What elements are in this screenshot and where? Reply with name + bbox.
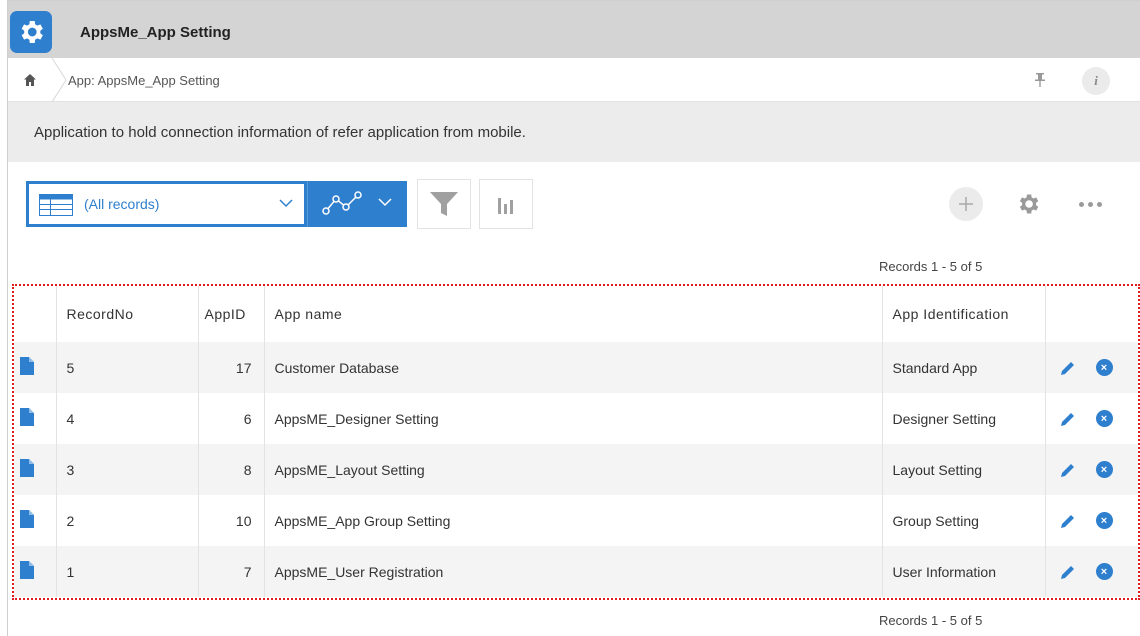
breadcrumb: App: AppsMe_App Setting i: [8, 58, 1140, 102]
row-actions: ×: [1045, 393, 1138, 444]
delete-icon[interactable]: ×: [1095, 512, 1113, 529]
filter-button[interactable]: [417, 179, 471, 229]
row-actions: ×: [1045, 444, 1138, 495]
view-label: (All records): [84, 196, 160, 212]
column-header-actions: [1045, 286, 1138, 342]
filter-icon: [430, 192, 458, 216]
record-no-cell: 1: [56, 546, 199, 597]
graph-button[interactable]: [307, 181, 407, 227]
app-description: Application to hold connection informati…: [34, 124, 526, 141]
document-icon[interactable]: [20, 510, 34, 528]
delete-icon[interactable]: ×: [1095, 563, 1113, 580]
chevron-down-icon: [378, 198, 392, 207]
app-identification-cell: Group Setting: [882, 495, 1046, 546]
record-no-cell: 3: [56, 444, 199, 495]
row-actions: ×: [1045, 495, 1138, 546]
pencil-icon[interactable]: [1060, 513, 1076, 529]
app-name-cell: Customer Database: [264, 342, 883, 393]
app-identification-cell: User Information: [882, 546, 1046, 597]
app-name-cell: AppsME_Designer Setting: [264, 393, 883, 444]
add-record-button[interactable]: [949, 187, 983, 221]
table-row[interactable]: 5 17 Customer Database Standard App ×: [14, 342, 1138, 393]
row-actions: ×: [1045, 546, 1138, 597]
table-row[interactable]: 2 10 AppsME_App Group Setting Group Setting…: [14, 495, 1138, 546]
row-actions: ×: [1045, 342, 1138, 393]
records-table: RecordNo AppID App name App Identificati…: [12, 284, 1140, 600]
delete-icon[interactable]: ×: [1095, 461, 1113, 478]
app-identification-cell: Layout Setting: [882, 444, 1046, 495]
record-detail-cell[interactable]: [14, 546, 57, 597]
plus-icon: [959, 197, 973, 211]
breadcrumb-app-link[interactable]: App: AppsMe_App Setting: [68, 73, 220, 88]
bar-chart-icon: [498, 198, 513, 214]
app-name-cell: AppsME_Layout Setting: [264, 444, 883, 495]
records-count-bottom: Records 1 - 5 of 5: [879, 613, 983, 628]
app-description-bar: Application to hold connection informati…: [8, 102, 1140, 162]
app-id-cell: 7: [198, 546, 265, 597]
app-settings-button[interactable]: [1011, 187, 1045, 221]
record-detail-cell[interactable]: [14, 342, 57, 393]
record-no-cell: 2: [56, 495, 199, 546]
more-icon[interactable]: [1070, 187, 1110, 221]
column-header-appid[interactable]: AppID: [198, 286, 265, 342]
chevron-down-icon: [279, 199, 293, 208]
document-icon[interactable]: [20, 459, 34, 477]
record-detail-cell[interactable]: [14, 444, 57, 495]
document-icon[interactable]: [20, 561, 34, 579]
table-view-icon: [39, 194, 73, 216]
pin-icon[interactable]: [1028, 66, 1052, 94]
chart-button[interactable]: [479, 179, 533, 229]
document-icon[interactable]: [20, 357, 34, 375]
column-header-app-name[interactable]: App name: [264, 286, 883, 342]
record-no-cell: 5: [56, 342, 199, 393]
column-header-doc: [14, 286, 57, 342]
pencil-icon[interactable]: [1060, 564, 1076, 580]
app-title: AppsMe_App Setting: [80, 24, 231, 41]
graph-icon: [322, 191, 362, 215]
delete-icon[interactable]: ×: [1095, 359, 1113, 376]
info-button[interactable]: i: [1082, 67, 1110, 95]
column-header-recordno[interactable]: RecordNo: [56, 286, 199, 342]
document-icon[interactable]: [20, 408, 34, 426]
app-id-cell: 17: [198, 342, 265, 393]
column-header-app-identification[interactable]: App Identification: [882, 286, 1046, 342]
table-row[interactable]: 4 6 AppsME_Designer Setting Designer Settin…: [14, 393, 1138, 444]
app-id-cell: 6: [198, 393, 265, 444]
table-header-row: RecordNo AppID App name App Identificati…: [14, 286, 1138, 342]
record-detail-cell[interactable]: [14, 495, 57, 546]
record-no-cell: 4: [56, 393, 199, 444]
record-detail-cell[interactable]: [14, 393, 57, 444]
delete-icon[interactable]: ×: [1095, 410, 1113, 427]
gear-icon: [1019, 194, 1039, 214]
app-id-cell: 8: [198, 444, 265, 495]
app-name-cell: AppsME_User Registration: [264, 546, 883, 597]
app-identification-cell: Standard App: [882, 342, 1046, 393]
table-row[interactable]: 3 8 AppsME_Layout Setting Layout Setting ×: [14, 444, 1138, 495]
records-count-top: Records 1 - 5 of 5: [879, 259, 983, 274]
home-icon[interactable]: [8, 58, 52, 102]
pencil-icon[interactable]: [1060, 411, 1076, 427]
pencil-icon[interactable]: [1060, 360, 1076, 376]
gear-icon[interactable]: [10, 11, 52, 53]
app-name-cell: AppsME_App Group Setting: [264, 495, 883, 546]
app-identification-cell: Designer Setting: [882, 393, 1046, 444]
app-header: AppsMe_App Setting: [8, 1, 1140, 58]
table-row[interactable]: 1 7 AppsME_User Registration User Informati…: [14, 546, 1138, 597]
view-selector[interactable]: (All records): [26, 181, 307, 227]
app-id-cell: 10: [198, 495, 265, 546]
pencil-icon[interactable]: [1060, 462, 1076, 478]
app-window: AppsMe_App Setting App: AppsMe_App Setti…: [7, 0, 1140, 636]
